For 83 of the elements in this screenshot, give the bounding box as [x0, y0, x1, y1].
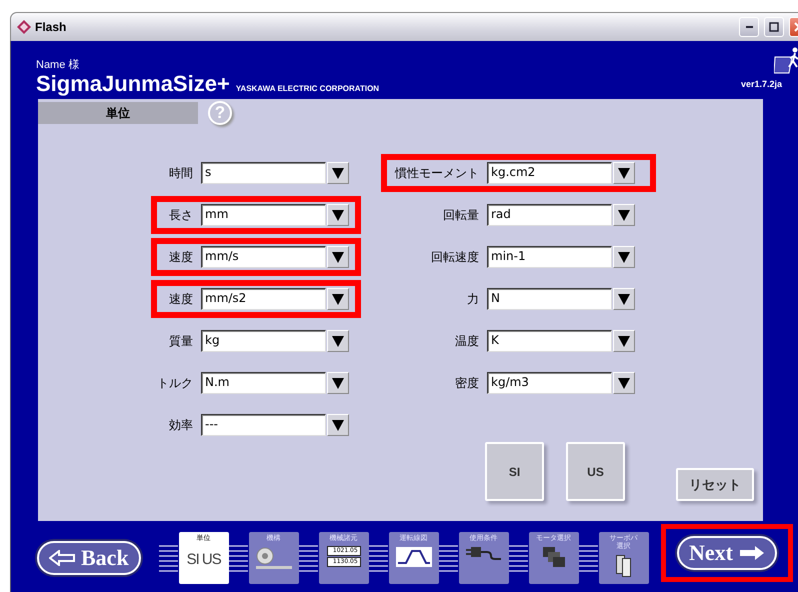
unit-label: 温度 — [454, 332, 480, 350]
dropdown-arrow-icon — [332, 419, 344, 431]
dropdown-arrow-icon — [618, 335, 630, 347]
unit-dropdown-field[interactable]: --- — [201, 414, 326, 436]
dropdown-button[interactable] — [327, 204, 349, 226]
dropdown-button[interactable] — [613, 162, 635, 184]
unit-label: 速度 — [168, 290, 194, 308]
dropdown-button[interactable] — [613, 288, 635, 310]
unit-label: トルク — [156, 374, 194, 392]
unit-label: 長さ — [168, 206, 194, 224]
dropdown-button[interactable] — [327, 330, 349, 352]
unit-label: 回転速度 — [430, 248, 480, 266]
dropdown-button[interactable] — [613, 246, 635, 268]
unit-dropdown-field[interactable]: mm — [201, 204, 326, 226]
unit-system-button[interactable]: US — [566, 442, 625, 501]
unit-label: 効率 — [168, 416, 194, 434]
dropdown-arrow-icon — [332, 209, 344, 221]
graph-icon — [396, 546, 432, 566]
right-arrow-icon — [738, 545, 765, 561]
dropdown-button[interactable] — [613, 372, 635, 394]
dropdown-arrow-icon — [332, 251, 344, 263]
unit-dropdown-field[interactable]: kg — [201, 330, 326, 352]
left-arrow-icon — [49, 550, 75, 566]
company-name: YASKAWA ELECTRIC CORPORATION — [236, 84, 380, 93]
dropdown-button[interactable] — [327, 288, 349, 310]
dropdown-arrow-icon — [332, 293, 344, 305]
dropdown-button[interactable] — [327, 162, 349, 184]
unit-label: 時間 — [168, 164, 194, 182]
unit-dropdown-field[interactable]: rad — [487, 204, 612, 226]
minimize-icon — [746, 26, 752, 28]
unit-dropdown-field[interactable]: N.m — [201, 372, 326, 394]
exit-icon — [774, 47, 798, 75]
connector-lines-drawing — [508, 542, 529, 572]
connector-lines-drawing — [158, 542, 179, 572]
unit-dropdown-field[interactable]: mm/s2 — [201, 288, 326, 310]
maximize-button[interactable] — [764, 17, 784, 37]
app-icon — [17, 20, 31, 34]
maximize-icon — [769, 22, 779, 32]
dropdown-arrow-icon — [618, 209, 630, 221]
connector-lines-drawing — [578, 542, 599, 572]
dropdown-button[interactable] — [327, 372, 349, 394]
servo-unit-icon — [616, 554, 632, 576]
connector-lines-drawing — [228, 542, 249, 572]
connector-lines-drawing — [368, 542, 389, 572]
unit-dropdown-field[interactable]: mm/s — [201, 246, 326, 268]
window-title: Flash — [35, 20, 68, 34]
dropdown-arrow-icon — [332, 335, 344, 347]
plug-icon — [466, 546, 502, 560]
user-name: Name 様 — [36, 58, 80, 72]
unit-system-button[interactable]: SI — [485, 442, 544, 501]
section-title: 単位 — [38, 102, 198, 124]
unit-dropdown-field[interactable]: kg.cm2 — [487, 162, 612, 184]
dropdown-arrow-icon — [618, 293, 630, 305]
unit-dropdown-field[interactable]: N — [487, 288, 612, 310]
dropdown-button[interactable] — [327, 414, 349, 436]
unit-label: 密度 — [454, 374, 480, 392]
unit-label: 回転量 — [442, 206, 480, 224]
minimize-button[interactable] — [739, 17, 759, 37]
unit-dropdown-field[interactable]: K — [487, 330, 612, 352]
connector-lines-drawing — [298, 542, 319, 572]
unit-label: 質量 — [168, 332, 194, 350]
dropdown-button[interactable] — [613, 204, 635, 226]
dropdown-arrow-icon — [332, 167, 344, 179]
dropdown-arrow-icon — [332, 377, 344, 389]
motor-stack-icon — [542, 546, 565, 566]
unit-label: 力 — [466, 290, 480, 308]
dropdown-button[interactable] — [613, 330, 635, 352]
dropdown-arrow-icon — [618, 167, 630, 179]
unit-label: 慣性モーメント — [394, 164, 480, 182]
dropdown-arrow-icon — [618, 377, 630, 389]
unit-dropdown-field[interactable]: kg/m3 — [487, 372, 612, 394]
reset-button[interactable]: リセット — [676, 468, 754, 501]
unit-dropdown-field[interactable]: s — [201, 162, 326, 184]
unit-label: 速度 — [168, 248, 194, 266]
back-button[interactable]: Back — [37, 540, 141, 574]
dropdown-arrow-icon — [618, 251, 630, 263]
gear-icon — [256, 546, 292, 568]
connector-lines-drawing — [438, 542, 459, 572]
version-label: ver1.7.2ja — [740, 79, 782, 89]
next-button[interactable]: Next — [677, 536, 777, 570]
unit-dropdown-field[interactable]: min-1 — [487, 246, 612, 268]
app-title: SigmaJunmaSize+ — [36, 72, 230, 96]
dropdown-button[interactable] — [327, 246, 349, 268]
